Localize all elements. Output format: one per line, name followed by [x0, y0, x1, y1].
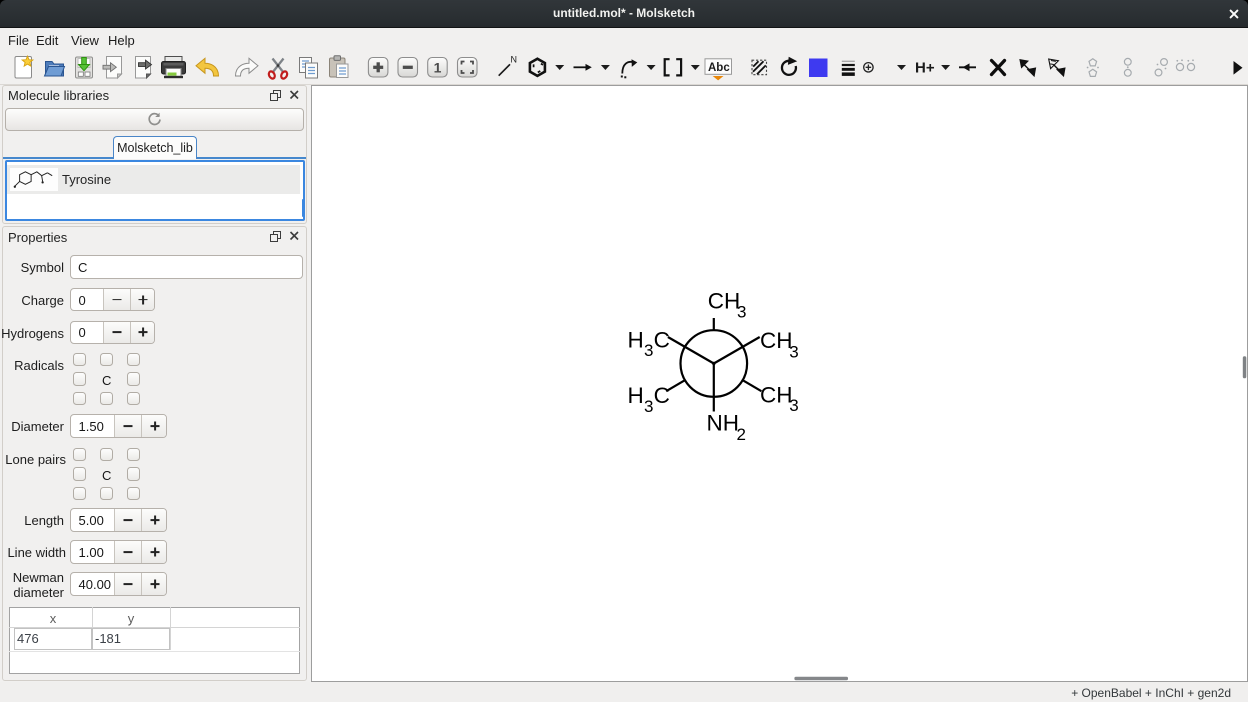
- svg-text:C: C: [654, 327, 670, 352]
- svg-text:C: C: [654, 383, 670, 408]
- svg-text:1: 1: [434, 60, 442, 76]
- svg-text:N: N: [511, 55, 518, 65]
- svg-text:CH: CH: [708, 289, 741, 314]
- svg-text:H: H: [628, 383, 644, 408]
- svg-text:2: 2: [737, 425, 746, 444]
- svg-text:3: 3: [644, 341, 653, 360]
- svg-text:H+: H+: [915, 60, 935, 77]
- svg-text:3: 3: [737, 303, 746, 322]
- svg-text:3: 3: [789, 342, 798, 361]
- svg-text:Abc: Abc: [708, 62, 730, 74]
- svg-text:3: 3: [644, 397, 653, 416]
- svg-text:3: 3: [789, 396, 798, 415]
- svg-text:CH: CH: [760, 328, 793, 353]
- svg-text:CH: CH: [760, 383, 793, 408]
- svg-text:NH: NH: [707, 410, 740, 435]
- svg-text:H: H: [628, 327, 644, 352]
